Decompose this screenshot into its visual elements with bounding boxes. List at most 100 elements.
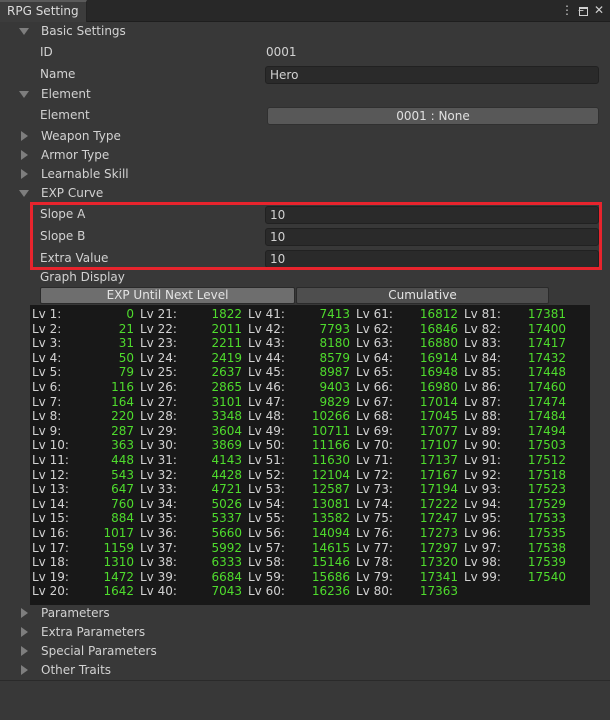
exp-value: 11166 <box>311 438 350 453</box>
exp-value: 17320 <box>419 555 458 570</box>
level-label: Lv 48: <box>248 409 285 424</box>
exp-table-row: Lv 24: 2419 <box>138 351 246 366</box>
level-label: Lv 30: <box>140 438 177 453</box>
more-options-icon[interactable]: ⋮ <box>560 3 574 17</box>
basic-settings-foldout[interactable]: Basic Settings <box>0 22 610 41</box>
exp-value: 10266 <box>311 409 350 424</box>
parameters-foldout[interactable]: Parameters <box>0 604 610 623</box>
exp-value: 448 <box>111 452 134 467</box>
element-row: Element 0001 : None <box>0 106 610 125</box>
exp-value: 14615 <box>311 540 350 555</box>
level-label: Lv 62: <box>356 321 393 336</box>
level-label: Lv 12: <box>32 467 69 482</box>
exp-table-row: Lv 76: 17273 <box>354 526 462 541</box>
exp-table-row: Lv 28: 3348 <box>138 409 246 424</box>
exp-table-row: Lv 37: 5992 <box>138 541 246 556</box>
close-icon[interactable]: ✕ <box>592 3 606 17</box>
exp-value: 3869 <box>211 438 242 453</box>
exp-value: 1310 <box>103 555 134 570</box>
level-label: Lv 90: <box>464 438 501 453</box>
collapsed-arrow-icon <box>21 665 28 675</box>
exp-table-row: Lv 6: 116 <box>30 380 138 395</box>
exp-table-row: Lv 29: 3604 <box>138 424 246 439</box>
exp-value: 884 <box>111 511 134 526</box>
other-traits-foldout[interactable]: Other Traits <box>0 661 610 680</box>
exp-table-row: Lv 99: 17540 <box>462 570 570 585</box>
exp-column-1: Lv 1: 0 Lv 2: 21 Lv 3: 31 Lv 4: 50 Lv 5: 79 Lv 6: 1… <box>30 307 138 599</box>
level-label: Lv 49: <box>248 423 285 438</box>
exp-table-row: Lv 75: 17247 <box>354 511 462 526</box>
exp-table-row: Lv 5: 79 <box>30 365 138 380</box>
exp-value: 9403 <box>319 379 350 394</box>
level-label: Lv 22: <box>140 321 177 336</box>
exp-value: 10711 <box>311 423 350 438</box>
exp-column-5: Lv 81: 17381 Lv 82: 17400 Lv 83: 17417 Lv 84: 1… <box>462 307 570 584</box>
exp-table-row: Lv 44: 8579 <box>246 351 354 366</box>
exp-table-row: Lv 20: 1642 <box>30 584 138 599</box>
exp-table-row: Lv 38: 6333 <box>138 555 246 570</box>
exp-table-row: Lv 48: 10266 <box>246 409 354 424</box>
exp-table-row: Lv 36: 5660 <box>138 526 246 541</box>
exp-value: 6333 <box>211 555 242 570</box>
exp-table-row: Lv 39: 6684 <box>138 570 246 585</box>
level-label: Lv 89: <box>464 423 501 438</box>
graph-display-label: Graph Display <box>40 270 125 284</box>
weapon-type-foldout[interactable]: Weapon Type <box>0 127 610 146</box>
special-parameters-foldout[interactable]: Special Parameters <box>0 642 610 661</box>
exp-table-row: Lv 88: 17484 <box>462 409 570 424</box>
exp-value: 6684 <box>211 569 242 584</box>
armor-type-foldout[interactable]: Armor Type <box>0 146 610 165</box>
exp-value: 1822 <box>211 307 242 321</box>
exp-value: 9829 <box>319 394 350 409</box>
exp-value: 17484 <box>527 409 566 424</box>
exp-value: 17518 <box>527 467 566 482</box>
exp-value: 2011 <box>211 321 242 336</box>
exp-curve-foldout[interactable]: EXP Curve <box>0 184 610 203</box>
tab-cumulative[interactable]: Cumulative <box>296 287 549 304</box>
level-label: Lv 8: <box>32 409 62 424</box>
exp-value: 17077 <box>419 423 458 438</box>
exp-value: 17432 <box>527 350 566 365</box>
exp-table-row: Lv 94: 17529 <box>462 497 570 512</box>
element-foldout[interactable]: Element <box>0 85 610 104</box>
maximize-icon[interactable] <box>576 5 590 19</box>
exp-table-row: Lv 9: 287 <box>30 424 138 439</box>
exp-table-row: Lv 60: 16236 <box>246 584 354 599</box>
exp-table-row: Lv 15: 884 <box>30 511 138 526</box>
level-label: Lv 99: <box>464 569 501 584</box>
exp-value: 17535 <box>527 525 566 540</box>
exp-table-row: Lv 98: 17539 <box>462 555 570 570</box>
level-label: Lv 67: <box>356 394 393 409</box>
exp-value: 17222 <box>419 496 458 511</box>
level-label: Lv 7: <box>32 394 62 409</box>
exp-table-row: Lv 11: 448 <box>30 453 138 468</box>
exp-table-row: Lv 93: 17523 <box>462 482 570 497</box>
learnable-skill-label: Learnable Skill <box>41 167 129 181</box>
exp-value: 17538 <box>527 540 566 555</box>
level-label: Lv 65: <box>356 365 393 380</box>
extra-parameters-label: Extra Parameters <box>41 625 146 639</box>
exp-table-row: Lv 56: 14094 <box>246 526 354 541</box>
level-label: Lv 69: <box>356 423 393 438</box>
exp-table-row: Lv 85: 17448 <box>462 365 570 380</box>
learnable-skill-foldout[interactable]: Learnable Skill <box>0 165 610 184</box>
exp-table-row: Lv 58: 15146 <box>246 555 354 570</box>
extra-parameters-foldout[interactable]: Extra Parameters <box>0 623 610 642</box>
exp-value: 5992 <box>211 540 242 555</box>
exp-value: 17540 <box>527 569 566 584</box>
exp-value: 14094 <box>311 525 350 540</box>
exp-table-row: Lv 12: 543 <box>30 468 138 483</box>
level-label: Lv 5: <box>32 365 62 380</box>
exp-table-row: Lv 8: 220 <box>30 409 138 424</box>
exp-value: 1642 <box>103 584 134 599</box>
exp-table-row: Lv 64: 16914 <box>354 351 462 366</box>
name-field[interactable]: Hero <box>265 66 599 84</box>
exp-value: 7043 <box>211 584 242 599</box>
level-label: Lv 92: <box>464 467 501 482</box>
exp-value: 21 <box>118 321 134 336</box>
tab-exp-until-next-level[interactable]: EXP Until Next Level <box>40 287 295 304</box>
window-tab[interactable]: RPG Setting <box>0 0 87 22</box>
exp-table-row: Lv 25: 2637 <box>138 365 246 380</box>
exp-table-row: Lv 50: 11166 <box>246 438 354 453</box>
element-dropdown[interactable]: 0001 : None <box>267 107 599 125</box>
